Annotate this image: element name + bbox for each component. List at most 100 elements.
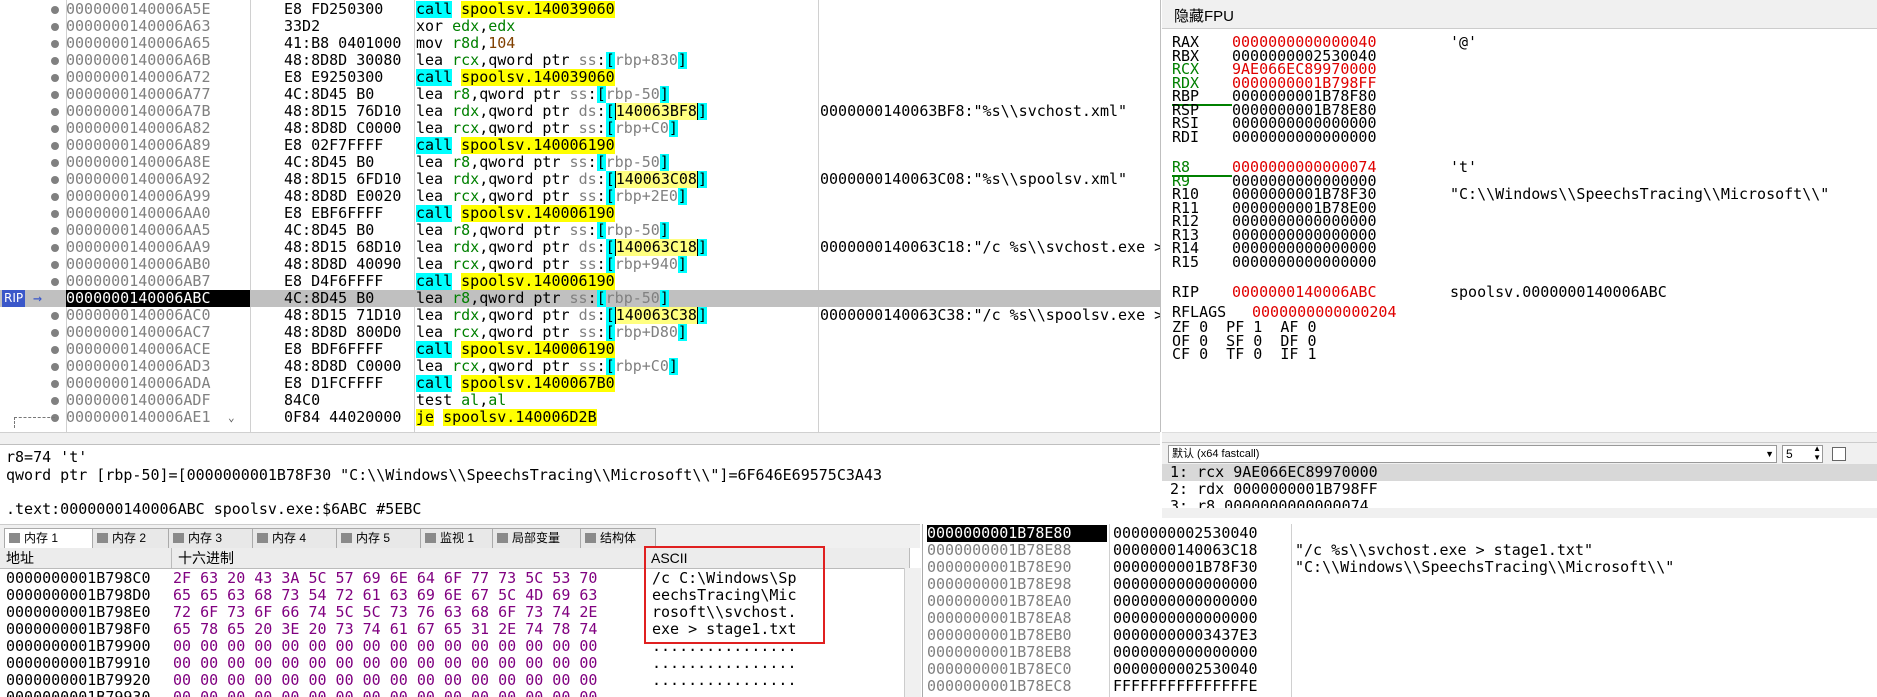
breakpoint-dot-icon[interactable] bbox=[51, 74, 59, 82]
breakpoint-gutter[interactable] bbox=[0, 358, 66, 375]
breakpoint-dot-icon[interactable] bbox=[51, 6, 59, 14]
breakpoint-dot-icon[interactable] bbox=[51, 244, 59, 252]
breakpoint-dot-icon[interactable] bbox=[51, 329, 59, 337]
instruction-row[interactable]: 0000000140006A65 41:B8 0401000 mov r8d,104 bbox=[0, 35, 1160, 52]
breakpoint-gutter[interactable] bbox=[0, 35, 66, 52]
dump-tab-6[interactable]: 监视 1 bbox=[420, 528, 496, 548]
dump-vscrollbar[interactable] bbox=[904, 568, 921, 697]
stack-row[interactable]: 0000000001B78E90 0000000001B78F30 "C:\\Win… bbox=[923, 559, 1877, 576]
breakpoint-dot-icon[interactable] bbox=[51, 346, 59, 354]
instruction-row[interactable]: 0000000140006A7B 48:8D15 76D10 lea rdx,qwo… bbox=[0, 103, 1160, 120]
instruction-row[interactable]: 0000000140006AA0 E8 EBF6FFFF call spoolsv.… bbox=[0, 205, 1160, 222]
register-value[interactable]: 0000000000000000 bbox=[1232, 129, 1432, 145]
instruction-row[interactable]: 0000000140006A82 48:8D8D C0000 lea rcx,qwo… bbox=[0, 120, 1160, 137]
args-hscrollbar[interactable] bbox=[1162, 508, 1877, 518]
instruction-row[interactable]: 0000000140006AA9 48:8D15 68D10 lea rdx,qwo… bbox=[0, 239, 1160, 256]
instruction-row[interactable]: 0000000140006A63 33D2 xor edx,edx bbox=[0, 18, 1160, 35]
dump-tab-1[interactable]: 内存 1 bbox=[4, 528, 96, 548]
breakpoint-gutter[interactable] bbox=[0, 1, 66, 18]
instruction-row[interactable]: 0000000140006A99 48:8D8D E0020 lea rcx,qwo… bbox=[0, 188, 1160, 205]
breakpoint-gutter[interactable] bbox=[0, 273, 66, 290]
breakpoint-gutter[interactable] bbox=[0, 392, 66, 409]
dump-ascii[interactable]: ................ bbox=[652, 689, 822, 697]
breakpoint-dot-icon[interactable] bbox=[51, 176, 59, 184]
disassembly-view[interactable]: 0000000140006A5E E8 FD250300 call spoolsv.… bbox=[0, 0, 1161, 432]
dump-address-header[interactable]: 地址 bbox=[0, 548, 172, 569]
breakpoint-dot-icon[interactable] bbox=[51, 108, 59, 116]
instruction-row[interactable]: 0000000140006AC0 48:8D15 71D10 lea rdx,qwo… bbox=[0, 307, 1160, 324]
breakpoint-dot-icon[interactable] bbox=[51, 40, 59, 48]
dump-hex-header[interactable]: 十六进制 bbox=[172, 548, 645, 569]
instruction-row[interactable]: 0000000140006A8E 4C:8D45 B0 lea r8,qword p… bbox=[0, 154, 1160, 171]
dump-hex-bytes[interactable]: 72 6F 73 6F 66 74 5C 5C 73 76 63 68 6F 7… bbox=[173, 604, 647, 621]
stack-row[interactable]: 0000000001B78EB8 0000000000000000 bbox=[923, 644, 1877, 661]
breakpoint-dot-icon[interactable] bbox=[51, 125, 59, 133]
instruction-row[interactable]: 0000000140006A77 4C:8D45 B0 lea r8,qword p… bbox=[0, 86, 1160, 103]
stack-row[interactable]: 0000000001B78EC0 0000000002530040 bbox=[923, 661, 1877, 678]
breakpoint-dot-icon[interactable] bbox=[51, 159, 59, 167]
breakpoint-dot-icon[interactable] bbox=[51, 23, 59, 31]
breakpoint-dot-icon[interactable] bbox=[51, 227, 59, 235]
stack-row[interactable]: 0000000001B78EA8 0000000000000000 bbox=[923, 610, 1877, 627]
dump-row[interactable]: 0000000001B79930 00 00 00 00 00 00 00 00 … bbox=[0, 689, 920, 697]
instruction-row[interactable]: 0000000140006ADF 84C0 test al,al bbox=[0, 392, 1160, 409]
instruction-row[interactable]: 0000000140006A5E E8 FD250300 call spoolsv.… bbox=[0, 1, 1160, 18]
instruction-row[interactable]: 0000000140006AE1 0F84 44020000 je spoolsv.… bbox=[0, 409, 1160, 428]
breakpoint-gutter[interactable] bbox=[0, 171, 66, 188]
stack-row[interactable]: 0000000001B78EB0 00000000003437E3 bbox=[923, 627, 1877, 644]
instruction-row[interactable]: 0000000140006AA5 4C:8D45 B0 lea r8,qword p… bbox=[0, 222, 1160, 239]
hide-fpu-toggle[interactable]: 隐藏FPU bbox=[1174, 5, 1234, 26]
dump-tab-3[interactable]: 内存 3 bbox=[168, 528, 256, 548]
dump-ascii[interactable]: ................ bbox=[652, 672, 822, 689]
register-rdi[interactable]: RDI 0000000000000000 bbox=[1172, 129, 1872, 145]
current-instruction-row[interactable]: RIP → 0000000140006ABC 4C:8D45 B0 lea r8,qwo… bbox=[0, 290, 1160, 307]
arg-row-3[interactable]: 3: r8 0000000000000074 bbox=[1170, 498, 1369, 508]
dump-tab-4[interactable]: 内存 4 bbox=[252, 528, 340, 548]
stack-row[interactable]: 0000000001B78EA0 0000000000000000 bbox=[923, 593, 1877, 610]
dump-row[interactable]: 0000000001B79920 00 00 00 00 00 00 00 00 … bbox=[0, 672, 920, 689]
instruction-row[interactable]: 0000000140006A6B 48:8D8D 30080 lea rcx,qwo… bbox=[0, 52, 1160, 69]
register-rip[interactable]: RIP 0000000140006ABC spoolsv.0000000140006… bbox=[1172, 284, 1872, 300]
dump-tab-2[interactable]: 内存 2 bbox=[92, 528, 174, 548]
instruction-row[interactable]: 0000000140006A72 E8 E9250300 call spoolsv.… bbox=[0, 69, 1160, 86]
instruction-row[interactable]: 0000000140006AB0 48:8D8D 40090 lea rcx,qwo… bbox=[0, 256, 1160, 273]
breakpoint-dot-icon[interactable] bbox=[51, 278, 59, 286]
breakpoint-gutter[interactable] bbox=[0, 188, 66, 205]
stack-row[interactable]: 0000000001B78E98 0000000000000000 bbox=[923, 576, 1877, 593]
dump-ascii[interactable]: ................ bbox=[652, 655, 822, 672]
dump-hex-bytes[interactable]: 65 78 65 20 3E 20 73 74 61 67 65 31 2E 7… bbox=[173, 621, 647, 638]
dump-hex-bytes[interactable]: 00 00 00 00 00 00 00 00 00 00 00 00 00 0… bbox=[173, 638, 647, 655]
breakpoint-dot-icon[interactable] bbox=[51, 397, 59, 405]
instruction-row[interactable]: 0000000140006AB7 E8 D4F6FFFF call spoolsv.… bbox=[0, 273, 1160, 290]
breakpoint-gutter[interactable] bbox=[0, 18, 66, 35]
breakpoint-dot-icon[interactable] bbox=[51, 210, 59, 218]
register-value[interactable]: 0000000000000000 bbox=[1232, 254, 1432, 270]
instruction-row[interactable]: 0000000140006ADA E8 D1FCFFFF call spoolsv.… bbox=[0, 375, 1160, 392]
breakpoint-gutter[interactable] bbox=[0, 86, 66, 103]
dump-hex-bytes[interactable]: 65 65 63 68 73 54 72 61 63 69 6E 67 5C 4… bbox=[173, 587, 647, 604]
breakpoint-gutter[interactable] bbox=[0, 307, 66, 324]
dump-hex-bytes[interactable]: 00 00 00 00 00 00 00 00 00 00 00 00 00 0… bbox=[173, 689, 647, 697]
register-value[interactable]: 0000000140006ABC bbox=[1232, 284, 1432, 300]
arg-row-1[interactable]: 1: rcx 9AE066EC89970000 bbox=[1170, 464, 1378, 481]
breakpoint-gutter[interactable] bbox=[0, 52, 66, 69]
breakpoint-gutter[interactable] bbox=[0, 137, 66, 154]
stack-view[interactable]: 0000000001B78E80 0000000002530040 00000000… bbox=[922, 524, 1877, 697]
breakpoint-gutter[interactable] bbox=[0, 222, 66, 239]
breakpoint-gutter[interactable] bbox=[0, 103, 66, 120]
breakpoint-dot-icon[interactable] bbox=[51, 380, 59, 388]
stack-row[interactable]: 0000000001B78E88 0000000140063C18 "/c %s\\… bbox=[923, 542, 1877, 559]
breakpoint-gutter[interactable] bbox=[0, 120, 66, 137]
unlock-checkbox[interactable] bbox=[1832, 447, 1846, 461]
breakpoint-gutter[interactable] bbox=[0, 205, 66, 222]
breakpoint-dot-icon[interactable] bbox=[51, 312, 59, 320]
dump-tab-5[interactable]: 内存 5 bbox=[336, 528, 424, 548]
dump-tab-7[interactable]: 局部变量 bbox=[492, 528, 586, 548]
dump-tab-8[interactable]: 结构体 bbox=[580, 528, 656, 548]
breakpoint-dot-icon[interactable] bbox=[51, 363, 59, 371]
registers-panel[interactable]: 隐藏FPU RAX 0000000000000040 '@' RBX 000000000… bbox=[1162, 0, 1877, 450]
breakpoint-gutter[interactable] bbox=[0, 154, 66, 171]
flags-row[interactable]: CF 0 TF 0 IF 1 bbox=[1172, 346, 1317, 362]
breakpoint-gutter[interactable] bbox=[0, 69, 66, 86]
stack-top-row[interactable]: 0000000001B78E80 0000000002530040 bbox=[923, 525, 1877, 542]
